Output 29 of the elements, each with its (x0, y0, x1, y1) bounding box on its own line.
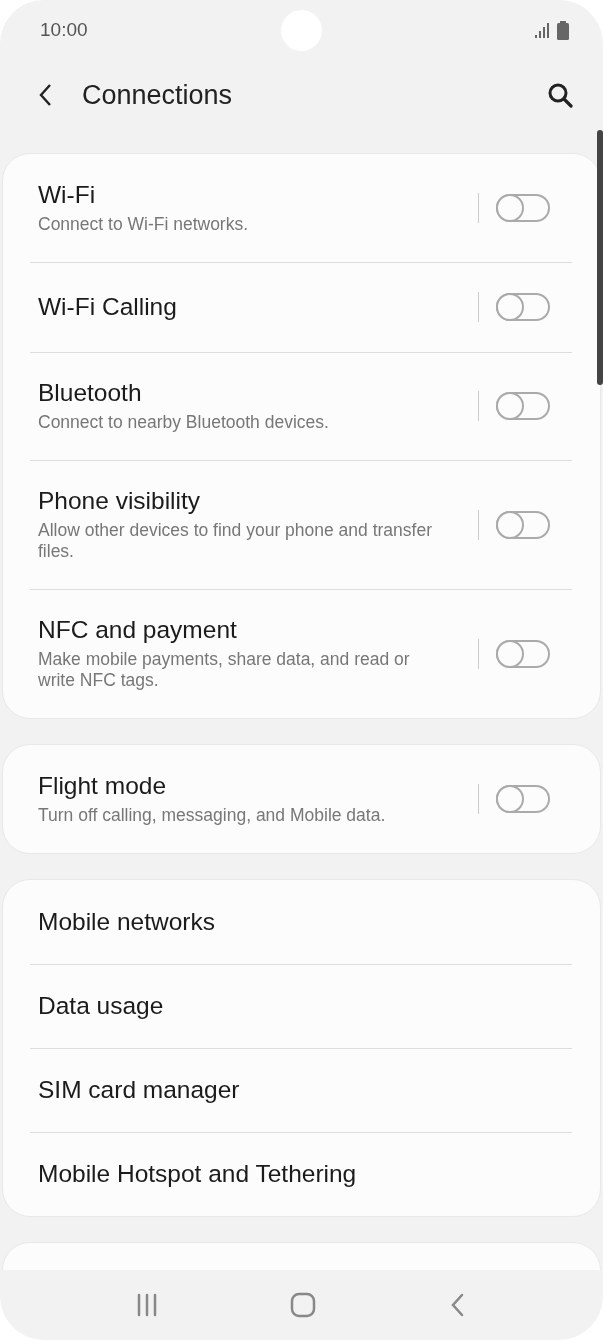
toggle-switch[interactable] (496, 785, 550, 813)
setting-title[interactable]: Wi-Fi Calling (38, 293, 448, 321)
toggle-switch[interactable] (496, 510, 550, 539)
home-icon[interactable] (290, 1292, 317, 1318)
toggle-switch[interactable] (496, 293, 550, 321)
search-icon[interactable] (547, 82, 573, 108)
setting-title[interactable]: Data usage (38, 992, 448, 1020)
status-time: 10:00 (40, 19, 88, 41)
setting-description: Connect to Wi-Fi networks. (38, 214, 250, 235)
setting-title[interactable]: Bluetooth (38, 379, 448, 407)
signal-icon (535, 22, 549, 38)
setting-title[interactable]: Wi-Fi (38, 181, 448, 209)
toggle-switch[interactable] (496, 194, 550, 222)
setting-title[interactable]: Flight mode (38, 772, 448, 800)
setting-title[interactable]: Mobile Hotspot and Tethering (38, 1160, 448, 1188)
setting-title[interactable]: Phone visibility (38, 487, 448, 515)
recent-apps-icon[interactable] (136, 1293, 159, 1317)
battery-icon (557, 20, 569, 40)
setting-title[interactable]: Mobile networks (38, 908, 448, 936)
setting-description: Turn off calling, messaging, and Mobile data. (38, 805, 387, 826)
setting-title[interactable]: SIM card manager (38, 1076, 448, 1104)
setting-title[interactable]: NFC and payment (38, 616, 448, 644)
setting-description: Make mobile payments, share data, and read or write NFC tags. (38, 649, 411, 691)
setting-description: Connect to nearby Bluetooth devices. (38, 412, 330, 433)
toggle-switch[interactable] (496, 392, 550, 420)
toggle-switch[interactable] (496, 639, 550, 668)
setting-description: Allow other devices to find your phone and transfer files. (38, 520, 433, 562)
page-title: Connections (82, 79, 234, 111)
scrollbar[interactable] (597, 130, 603, 385)
